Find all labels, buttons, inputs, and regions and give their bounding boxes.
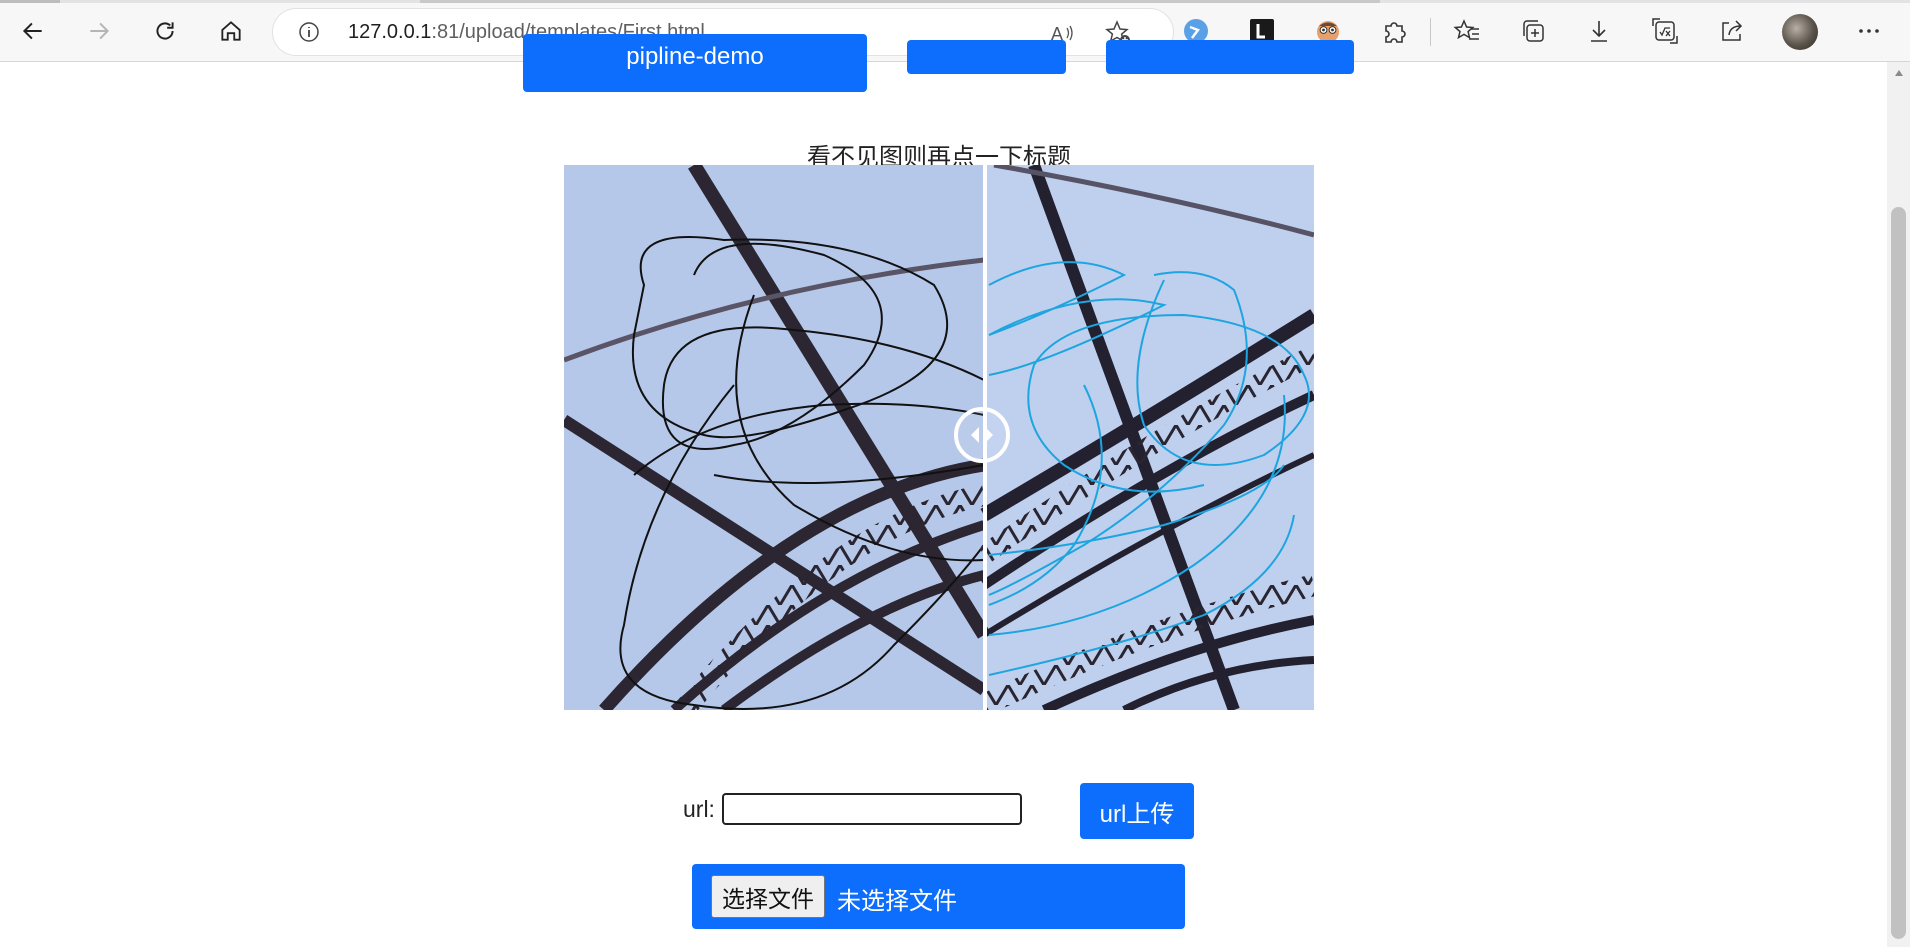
downloads-icon[interactable] <box>1584 16 1614 46</box>
collections-icon[interactable] <box>1518 16 1548 46</box>
tab-strip-edge <box>0 0 1910 3</box>
pipline-demo-button[interactable]: pipline-demo <box>523 34 867 92</box>
refresh-icon[interactable] <box>145 11 185 51</box>
url-host: 127.0.0.1 <box>348 21 432 43</box>
url-input[interactable] <box>722 793 1022 825</box>
favorites-icon[interactable] <box>1452 16 1482 46</box>
arrow-left-icon <box>971 427 979 443</box>
info-icon[interactable] <box>297 20 321 44</box>
math-solver-icon[interactable] <box>1650 16 1680 46</box>
file-upload-area[interactable]: 选择文件 未选择文件 <box>692 864 1185 929</box>
profile-avatar[interactable] <box>1782 14 1818 50</box>
home-icon[interactable] <box>211 11 251 51</box>
extensions-puzzle-icon[interactable] <box>1379 16 1409 46</box>
pipline-demo-label: pipline-demo <box>626 43 764 70</box>
top-button-3[interactable] <box>1106 40 1354 74</box>
forward-icon[interactable] <box>79 11 119 51</box>
url-label: url: <box>683 796 715 822</box>
image-compare-view[interactable] <box>564 165 1314 710</box>
scroll-thumb[interactable] <box>1891 207 1906 939</box>
compare-image <box>564 165 1314 710</box>
url-upload-label: url上传 <box>1099 800 1175 828</box>
no-file-chosen-text: 未选择文件 <box>837 887 957 915</box>
url-upload-button[interactable]: url上传 <box>1080 783 1194 839</box>
more-icon[interactable] <box>1854 16 1884 46</box>
toolbar-separator <box>1430 18 1431 46</box>
share-icon[interactable] <box>1716 16 1746 46</box>
page-scrollbar[interactable] <box>1887 62 1910 947</box>
back-icon[interactable] <box>13 11 53 51</box>
top-button-2[interactable] <box>907 40 1066 74</box>
scroll-up-arrow-icon[interactable] <box>1895 70 1903 76</box>
arrow-right-icon <box>985 427 993 443</box>
choose-file-button[interactable]: 选择文件 <box>711 875 825 918</box>
compare-slider-handle[interactable] <box>954 407 1010 463</box>
